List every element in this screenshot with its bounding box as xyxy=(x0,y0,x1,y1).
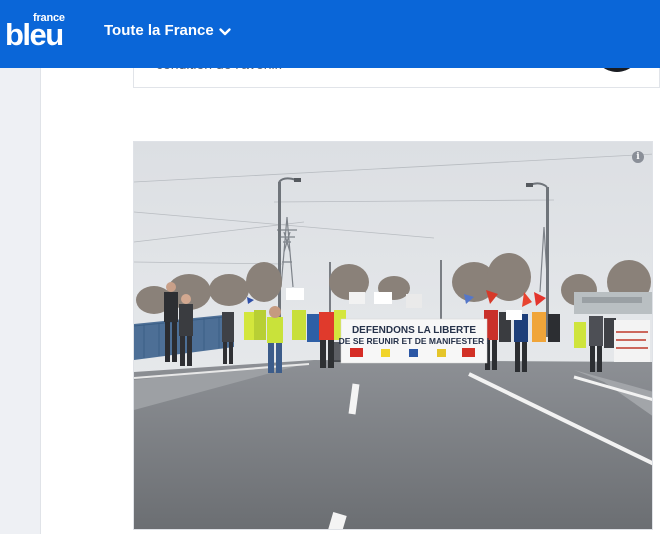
logo-big-text: bleu xyxy=(5,17,64,52)
chevron-down-icon xyxy=(218,25,232,39)
info-icon[interactable]: i xyxy=(632,151,644,163)
site-header: france bleu Toute la France xyxy=(0,0,660,68)
region-selector[interactable]: Toute la France xyxy=(104,19,232,41)
article-photo[interactable]: DEFENDONS LA LIBERTE DE SE REUNIR ET DE … xyxy=(133,141,653,530)
protest-photo: DEFENDONS LA LIBERTE DE SE REUNIR ET DE … xyxy=(134,142,652,529)
banner-line-2: DE SE REUNIR ET DE MANIFESTER ! xyxy=(339,336,490,346)
left-sidebar-rail xyxy=(0,0,41,534)
france-bleu-logo[interactable]: france bleu xyxy=(5,12,73,52)
banner-line-1: DEFENDONS LA LIBERTE xyxy=(352,325,476,336)
protest-banner: DEFENDONS LA LIBERTE DE SE REUNIR ET DE … xyxy=(339,318,490,364)
region-label: Toute la France xyxy=(104,21,214,39)
